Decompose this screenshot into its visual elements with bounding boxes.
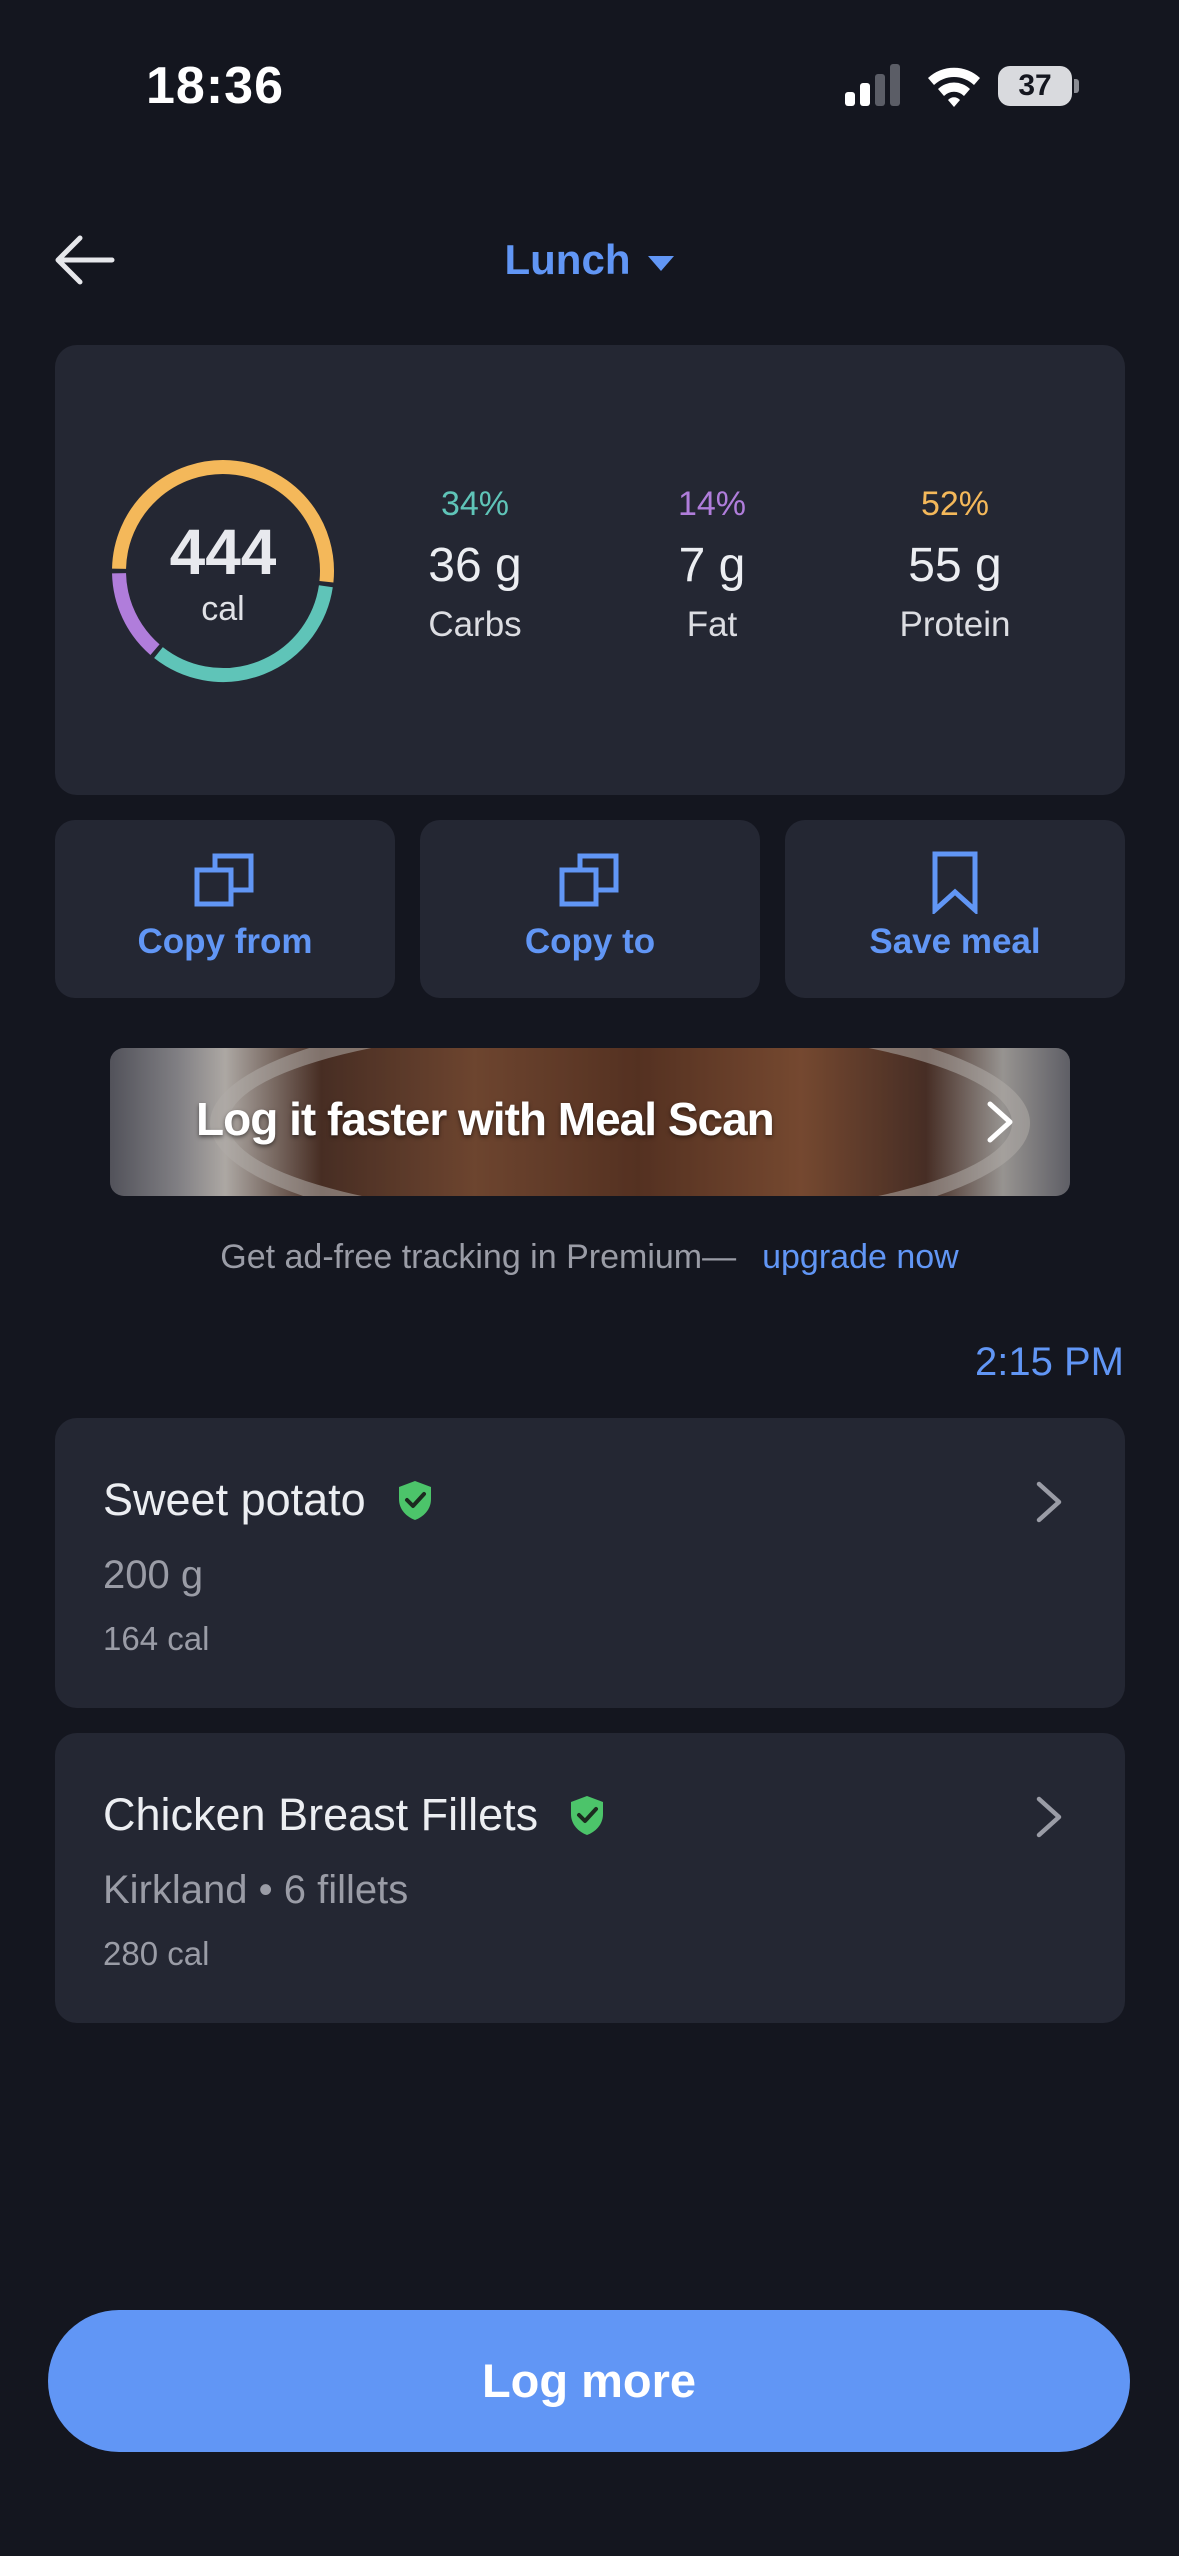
save-meal-button[interactable]: Save meal — [785, 820, 1125, 998]
caret-down-icon — [648, 255, 675, 271]
premium-promo: Get ad-free tracking in Premium— upgrade … — [0, 1238, 1179, 1277]
nutrition-summary-card: 444 cal 34% 36 g Carbs 14% 7 g Fat 52% 5… — [55, 345, 1125, 795]
calorie-total: 444 — [169, 516, 277, 588]
food-name: Chicken Breast Fillets — [103, 1789, 539, 1840]
food-calories: 280 cal — [103, 1935, 210, 1972]
food-calories: 164 cal — [103, 1620, 210, 1657]
copy-from-button[interactable]: Copy from — [55, 820, 395, 998]
macro-protein-label: Protein — [899, 605, 1011, 644]
food-name: Sweet potato — [103, 1474, 366, 1525]
meal-selector-container: Lunch — [0, 230, 1179, 290]
meal-selector[interactable]: Lunch — [505, 236, 675, 284]
verified-shield-icon — [571, 1796, 604, 1835]
macro-fat-amount: 7 g — [678, 539, 746, 592]
battery-level: 37 — [998, 66, 1072, 106]
chevron-right-icon — [1036, 1796, 1062, 1838]
bookmark-icon — [932, 851, 978, 914]
copy-to-button[interactable]: Copy to — [420, 820, 760, 998]
chevron-right-icon — [1036, 1481, 1062, 1523]
wifi-icon — [928, 67, 980, 107]
macro-protein-percent: 52% — [920, 485, 990, 523]
macro-fat: 14% 7 g Fat — [592, 485, 832, 645]
meal-title: Lunch — [504, 236, 631, 283]
food-item[interactable]: Chicken Breast Fillets Kirkland • 6 fill… — [55, 1733, 1125, 2023]
copy-icon — [194, 853, 254, 907]
macro-protein-amount: 55 g — [908, 539, 1002, 592]
copy-icon — [559, 853, 619, 907]
food-serving: 200 g — [103, 1553, 204, 1597]
food-serving: Kirkland • 6 fillets — [103, 1868, 409, 1912]
macro-fat-label: Fat — [686, 605, 738, 644]
verified-shield-icon — [398, 1481, 431, 1520]
macro-carbs-label: Carbs — [428, 605, 522, 644]
status-time: 18:36 — [146, 57, 284, 115]
log-time: 2:15 PM — [975, 1340, 1124, 1384]
banner-text: Log it faster with Meal Scan — [196, 1093, 775, 1145]
copy-from-label: Copy from — [137, 922, 313, 961]
meal-scan-banner[interactable]: Log it faster with Meal Scan — [110, 1048, 1070, 1196]
calorie-unit: cal — [201, 590, 245, 628]
back-arrow-icon[interactable] — [50, 230, 116, 290]
battery-icon: 37 — [998, 66, 1079, 106]
macro-carbs: 34% 36 g Carbs — [355, 485, 595, 645]
upgrade-link[interactable]: upgrade now — [762, 1238, 959, 1276]
save-meal-label: Save meal — [869, 922, 1041, 961]
log-more-button[interactable]: Log more — [48, 2310, 1130, 2452]
macro-carbs-amount: 36 g — [428, 539, 522, 592]
macro-carbs-percent: 34% — [440, 485, 510, 523]
copy-to-label: Copy to — [524, 922, 656, 961]
macro-fat-percent: 14% — [677, 485, 747, 523]
chevron-right-icon — [987, 1101, 1013, 1143]
status-bar: 18:36 37 — [0, 0, 1179, 170]
premium-text: Get ad-free tracking in Premium— — [220, 1238, 737, 1276]
cellular-signal-icon — [845, 64, 900, 106]
food-item[interactable]: Sweet potato 200 g 164 cal — [55, 1418, 1125, 1708]
macro-protein: 52% 55 g Protein — [835, 485, 1075, 645]
